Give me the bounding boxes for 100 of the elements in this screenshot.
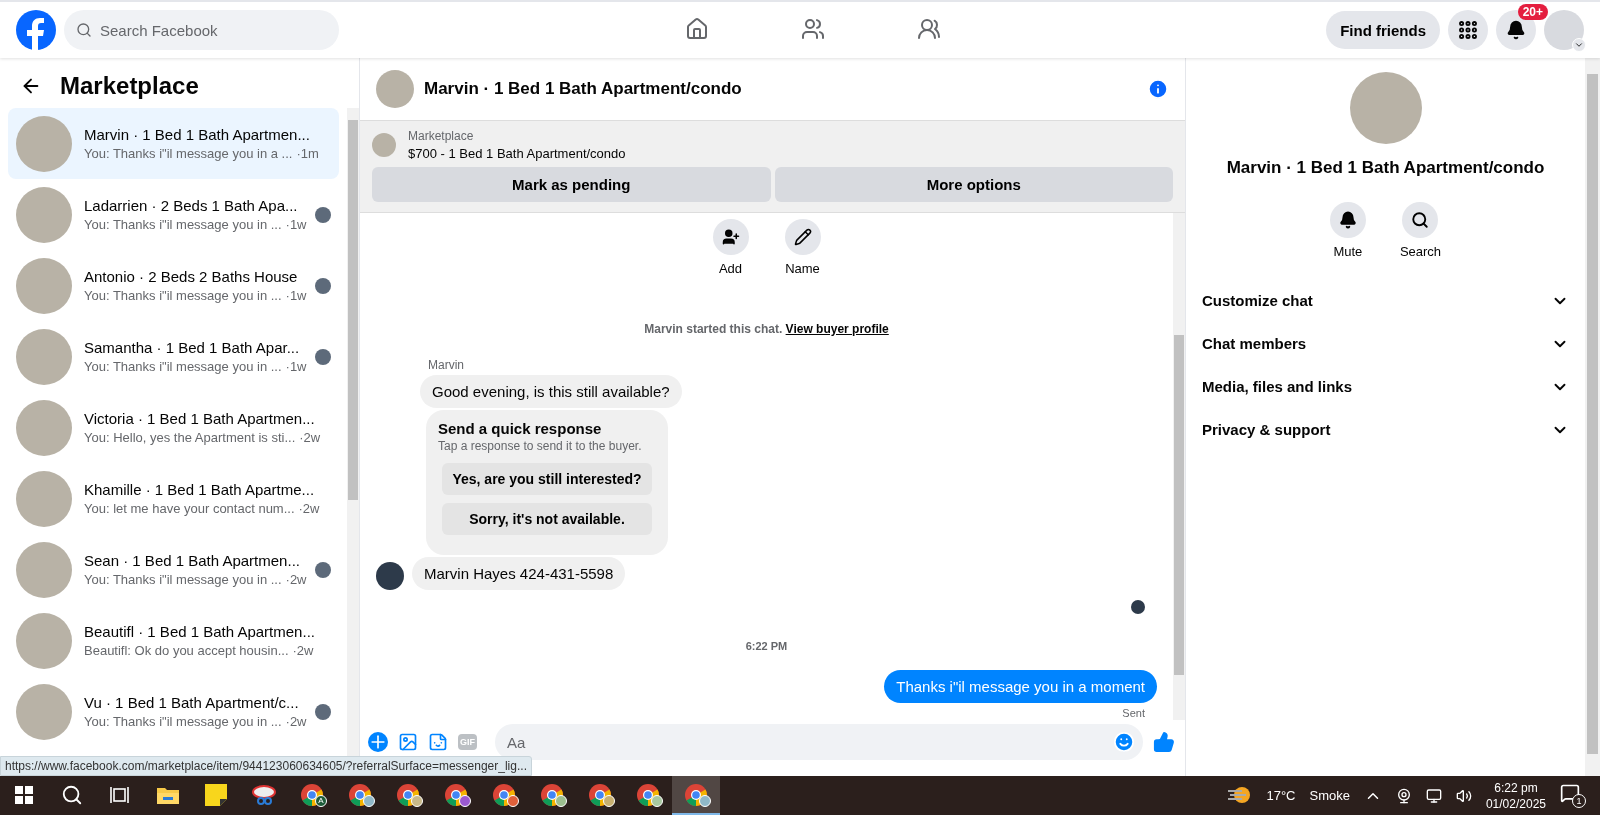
mute-button[interactable] [1329, 202, 1366, 238]
read-receipt-avatar [1131, 600, 1145, 614]
notification-center-button[interactable]: 1 [1560, 783, 1586, 808]
search-icon [1411, 211, 1430, 229]
section-header[interactable]: Customize chat [1186, 279, 1585, 322]
logo-icon[interactable] [16, 10, 56, 50]
message-preview: You: Thanks i"il message you in ... [84, 359, 282, 374]
message-preview: You: Thanks i"il message you in ... [84, 288, 282, 303]
bell-icon [1338, 211, 1357, 229]
menu-button[interactable] [1448, 10, 1488, 50]
message-icon [1560, 783, 1580, 803]
delivery-status: Sent [1122, 707, 1145, 719]
caret-icon [1574, 40, 1584, 50]
pencil-icon [793, 228, 812, 246]
bell-icon [1506, 20, 1526, 40]
message-time: ·2w [298, 501, 320, 516]
scissors-icon [252, 783, 276, 806]
sticker-icon[interactable] [428, 732, 448, 752]
conversation-item[interactable]: Khamille · 1 Bed 1 Bath Apartme... You: let me have your contact num... ·2w [8, 463, 339, 534]
conversation-item[interactable]: Marvin · 1 Bed 1 Bath Apartmen... You: Thanks i"il message you in a ... ·1m [8, 108, 339, 179]
message-bubble: Thanks i"il message you in a moment [884, 670, 1157, 703]
message-time: ·2w [285, 572, 307, 587]
note-icon [205, 783, 227, 806]
volume-icon[interactable] [1455, 787, 1472, 804]
notification-badge: 20+ [1517, 4, 1548, 20]
section-header[interactable]: Chat members [1186, 322, 1585, 365]
browser-icon [300, 782, 324, 807]
view-profile-link[interactable]: View buyer profile [785, 322, 889, 336]
message-time: ·1m [296, 146, 319, 161]
card-subtitle: Tap a response to send it to the buyer. [438, 439, 643, 453]
search-icon [76, 22, 92, 38]
section-header[interactable]: Media, files and links [1186, 365, 1585, 408]
status-url-tooltip: https://www.facebook.com/marketplace/item/944123060634605/?referralSurface=messenger_lig... [0, 756, 532, 776]
message-bubble: Marvin Hayes 424-431-5598 [412, 557, 626, 590]
conversation-item[interactable]: Ladarrien · 2 Beds 1 Bath Apa... You: Thanks i"il message you in ... ·1w [8, 179, 339, 250]
emoji-icon[interactable] [1113, 731, 1135, 753]
section-header[interactable]: Privacy & support [1186, 408, 1585, 451]
search-button[interactable] [1402, 202, 1439, 238]
people-icon [916, 16, 941, 41]
message-preview: You: Hello, yes the Apartment is sti... [84, 430, 296, 445]
action-label: Search [1399, 244, 1442, 259]
windows-icon [15, 785, 33, 804]
camera-icon[interactable] [1395, 787, 1412, 804]
conversation-item[interactable]: Antonio · 2 Beds 2 Baths House You: Thanks i"il message you in ... ·1w [8, 250, 339, 321]
action-label: Add [718, 261, 743, 276]
photo-placeholder [376, 70, 414, 108]
weather-label: Smoke [1309, 788, 1350, 803]
conversation-name: Khamille · 1 Bed 1 Bath Apartme... [84, 481, 316, 498]
temperature: 17°C [1266, 788, 1296, 803]
message-time: ·2w [285, 714, 307, 729]
search-field[interactable]: Search Facebook [64, 10, 339, 50]
message-preview: You: let me have your contact num... [84, 501, 295, 516]
message-bubble: Good evening, is this still available? [420, 375, 682, 408]
task-view-icon [110, 785, 130, 804]
message-preview: You: Thanks i"il message you in ... [84, 217, 282, 232]
add-icon[interactable] [368, 732, 388, 752]
listing-button[interactable]: Mark as pending [372, 167, 771, 202]
add-button[interactable] [712, 219, 749, 255]
message-preview: Beautifl: Ok do you accept housin... [84, 643, 289, 658]
message-time: ·2w [299, 430, 321, 445]
card-title: Send a quick response [438, 420, 603, 437]
name-button[interactable] [784, 219, 821, 255]
message-preview: You: Thanks i"il message you in ... [84, 572, 282, 587]
conversation-item[interactable]: Vu · 1 Bed 1 Bath Apartment/c... You: Thanks i"il message you in ... ·2w [8, 676, 339, 747]
like-icon[interactable] [1153, 731, 1175, 753]
message-time: ·1w [285, 217, 307, 232]
quick-reply-button[interactable]: Yes, are you still interested? [442, 463, 652, 495]
conversation-item[interactable]: Sean · 1 Bed 1 Bath Apartmen... You: Thanks i"il message you in ... ·2w [8, 534, 339, 605]
grid-icon [1457, 19, 1479, 41]
info-icon[interactable] [1147, 78, 1169, 100]
conversation-name: Beautifl · 1 Bed 1 Bath Apartmen... [84, 623, 316, 640]
conversation-item[interactable]: Beautifl · 1 Bed 1 Bath Apartmen... Beautifl: Ok do you accept housin... ·2w [8, 605, 339, 676]
conversation-name: Samantha · 1 Bed 1 Bath Apar... [84, 339, 301, 356]
clock[interactable]: 6:22 pm 01/02/2025 [1485, 779, 1546, 812]
action-label: Name [785, 261, 820, 276]
message-preview: You: Thanks i"il message you in ... [84, 714, 282, 729]
conversation-name: Antonio · 2 Beds 2 Baths House [84, 268, 299, 285]
chat-title: Marvin · 1 Bed 1 Bath Apartment/condo [424, 79, 743, 99]
timestamp: 6:22 PM [744, 640, 789, 652]
add-person-icon [721, 228, 740, 246]
profile-badge: A [315, 795, 327, 807]
listing-label: Marketplace [408, 129, 475, 143]
conversation-name: Ladarrien · 2 Beds 1 Bath Apa... [84, 197, 299, 214]
conversation-item[interactable]: Victoria · 1 Bed 1 Bath Apartmen... You: Hello, yes the Apartment is sti... ·2w [8, 392, 339, 463]
conversation-name: Vu · 1 Bed 1 Bath Apartment/c... [84, 694, 300, 711]
listing-title: $700 - 1 Bed 1 Bath Apartment/condo [408, 146, 626, 161]
conversation-item[interactable]: Samantha · 1 Bed 1 Bath Apar... You: Thanks i"il message you in ... ·1w [8, 321, 339, 392]
message-time: ·1w [285, 288, 307, 303]
listing-button[interactable]: More options [774, 167, 1173, 202]
message-time: ·1w [285, 359, 307, 374]
taskbar-app[interactable] [672, 776, 720, 815]
system-message: Marvin started this chat. View buyer profile [643, 322, 890, 336]
message-input[interactable]: Aa [495, 724, 1143, 760]
photo-placeholder [372, 133, 396, 157]
taskbar-app[interactable]: A [288, 776, 336, 815]
quick-reply-button[interactable]: Sorry, it's not available. [442, 503, 652, 535]
image-icon[interactable] [398, 732, 418, 752]
message-preview: You: Thanks i"il message you in a ... [84, 146, 293, 161]
find-friends-button[interactable]: Find friends [1326, 11, 1440, 49]
conversation-name: Sean · 1 Bed 1 Bath Apartmen... [84, 552, 301, 569]
